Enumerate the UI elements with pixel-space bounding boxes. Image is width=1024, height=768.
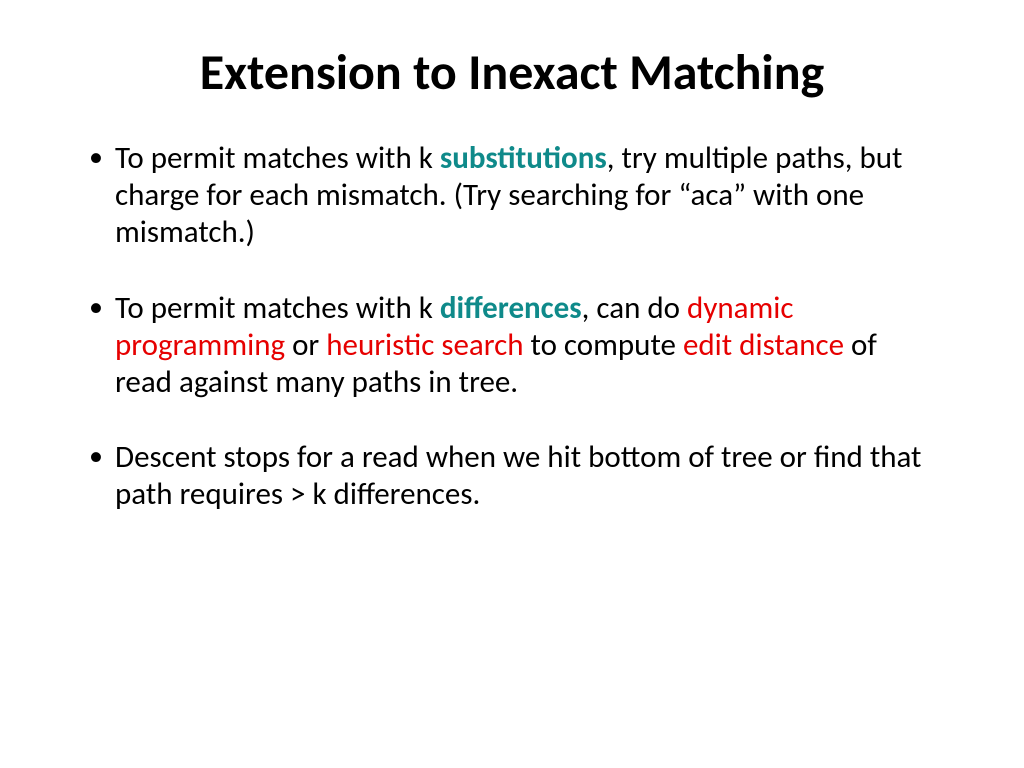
keyword-heuristic-search: heuristic search — [326, 326, 523, 364]
text-run: or — [285, 326, 326, 364]
bullet-item: Descent stops for a read when we hit bot… — [85, 439, 939, 513]
keyword-edit-distance: edit distance — [683, 326, 844, 364]
text-run: To permit matches with k — [115, 289, 440, 327]
slide: Extension to Inexact Matching To permit … — [0, 0, 1024, 768]
text-run: , can do — [582, 289, 687, 327]
text-run: To permit matches with k — [115, 139, 440, 177]
bullet-item: To permit matches with k substitutions, … — [85, 140, 939, 252]
keyword-substitutions: substitutions — [440, 139, 607, 177]
slide-title: Extension to Inexact Matching — [85, 45, 939, 100]
text-run: to compute — [523, 326, 682, 364]
text-run: Descent stops for a read when we hit bot… — [115, 438, 921, 513]
bullet-list: To permit matches with k substitutions , … — [85, 140, 939, 514]
bullet-item: To permit matches with k differences, ca… — [85, 290, 939, 402]
keyword-differences: differences — [440, 289, 582, 327]
